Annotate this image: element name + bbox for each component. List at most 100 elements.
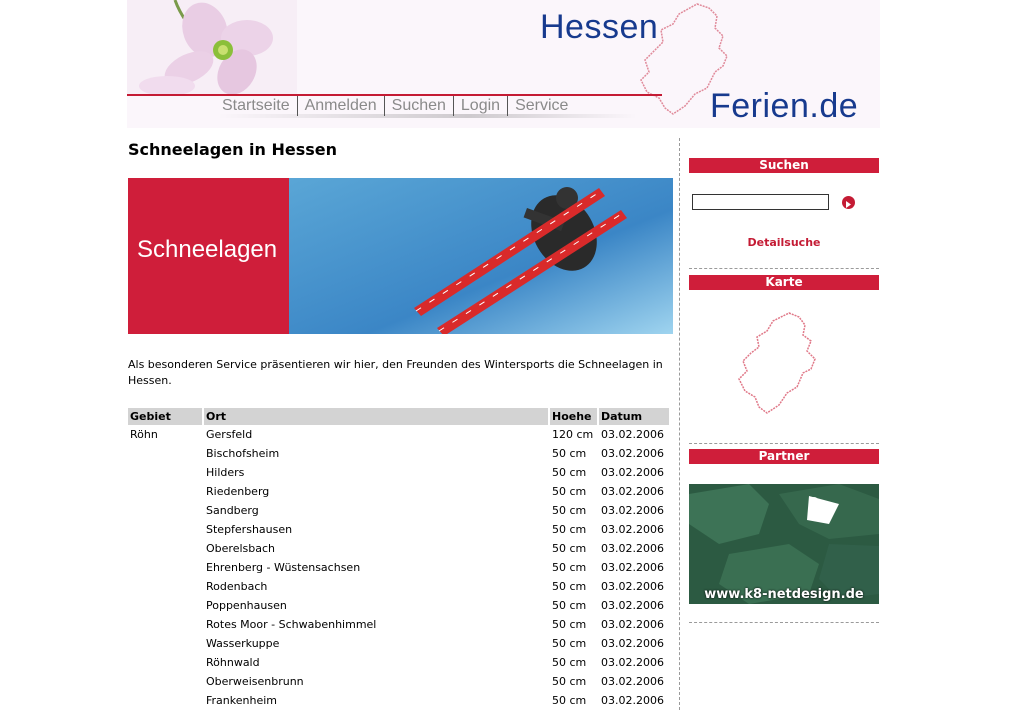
cell-hoehe: 50 cm: [552, 466, 587, 479]
cell-gebiet: [128, 596, 202, 615]
nav-startseite[interactable]: Startseite: [215, 96, 297, 116]
cell-ort: Rotes Moor - Schwabenhimmel: [206, 618, 377, 631]
cell-hoehe: 120 cm: [552, 428, 594, 441]
column-header-ort: Ort: [204, 408, 548, 425]
cell-gebiet: [128, 634, 202, 653]
cell-gebiet: [128, 577, 202, 596]
cell-hoehe: 50 cm: [552, 542, 587, 555]
page-title: Schneelagen in Hessen: [128, 140, 338, 159]
search-submit-button[interactable]: [842, 196, 855, 209]
table-row: Sandberg 50 cm 03.02.2006: [128, 501, 669, 520]
cell-gebiet: [128, 615, 202, 634]
cell-hoehe: 50 cm: [552, 523, 587, 536]
column-header-gebiet: Gebiet: [128, 408, 202, 425]
cell-hoehe: 50 cm: [552, 447, 587, 460]
flower-image: [127, 0, 297, 95]
table-row: Riedenberg 50 cm 03.02.2006: [128, 482, 669, 501]
skier-photo: [289, 178, 673, 334]
cell-ort: Ehrenberg - Wüstensachsen: [206, 561, 361, 574]
table-row: Ehrenberg - Wüstensachsen 50 cm 03.02.2006: [128, 558, 669, 577]
table-row: Röhn Gersfeld 120 cm 03.02.2006: [128, 425, 669, 444]
nav-service[interactable]: Service: [507, 96, 575, 116]
main-navigation: Startseite Anmelden Suchen Login Service: [215, 96, 575, 116]
cell-hoehe: 50 cm: [552, 580, 587, 593]
cell-hoehe: 50 cm: [552, 618, 587, 631]
cell-datum: 03.02.2006: [601, 580, 664, 593]
cell-ort: Wasserkuppe: [206, 637, 280, 650]
schneelagen-banner: Schneelagen: [128, 178, 673, 334]
cell-datum: 03.02.2006: [601, 637, 664, 650]
snow-conditions-table: Gebiet Ort Hoehe Datum Röhn Gersfeld 120 c…: [126, 408, 671, 710]
table-row: Frankenheim 50 cm 03.02.2006: [128, 691, 669, 710]
cell-hoehe: 50 cm: [552, 637, 587, 650]
cell-datum: 03.02.2006: [601, 428, 664, 441]
table-row: Stepfershausen 50 cm 03.02.2006: [128, 520, 669, 539]
nav-login[interactable]: Login: [452, 96, 507, 116]
cell-ort: Oberweisenbrunn: [206, 675, 304, 688]
table-row: Rotes Moor - Schwabenhimmel 50 cm 03.02.20…: [128, 615, 669, 634]
banner-label: Schneelagen: [137, 236, 278, 263]
header-banner: Hessen Ferien.de Startseite Anmelden Suc…: [127, 0, 880, 128]
puzzle-image: [689, 484, 879, 604]
cell-hoehe: 50 cm: [552, 504, 587, 517]
cell-datum: 03.02.2006: [601, 504, 664, 517]
cell-datum: 03.02.2006: [601, 599, 664, 612]
hessen-map-icon[interactable]: [737, 311, 831, 423]
cell-datum: 03.02.2006: [601, 675, 664, 688]
cell-ort: Poppenhausen: [206, 599, 287, 612]
partner-url-text: www.k8-netdesign.de: [704, 587, 864, 602]
cell-datum: 03.02.2006: [601, 447, 664, 460]
cell-datum: 03.02.2006: [601, 523, 664, 536]
sidebar-separator: [689, 622, 879, 623]
logo-hessen-text: Hessen: [540, 8, 659, 46]
cell-hoehe: 50 cm: [552, 675, 587, 688]
logo-ferien-text: Ferien.de: [710, 87, 859, 125]
cell-ort: Gersfeld: [206, 428, 253, 441]
column-header-hoehe: Hoehe: [550, 408, 597, 425]
cell-gebiet: [128, 672, 202, 691]
column-divider: [679, 138, 680, 710]
cell-gebiet: [128, 520, 202, 539]
cell-hoehe: 50 cm: [552, 485, 587, 498]
nav-anmelden[interactable]: Anmelden: [296, 96, 384, 116]
table-row: Hilders 50 cm 03.02.2006: [128, 463, 669, 482]
table-row: Bischofsheim 50 cm 03.02.2006: [128, 444, 669, 463]
detailsuche-link[interactable]: Detailsuche: [689, 236, 879, 249]
cell-ort: Stepfershausen: [206, 523, 293, 536]
cell-gebiet: [128, 558, 202, 577]
cell-ort: Bischofsheim: [206, 447, 280, 460]
column-header-datum: Datum: [599, 408, 669, 425]
table-row: Poppenhausen 50 cm 03.02.2006: [128, 596, 669, 615]
nav-suchen[interactable]: Suchen: [383, 96, 453, 116]
cell-datum: 03.02.2006: [601, 656, 664, 669]
cell-datum: 03.02.2006: [601, 618, 664, 631]
sidebar-separator: [689, 268, 879, 269]
search-input[interactable]: [692, 194, 829, 210]
cell-hoehe: 50 cm: [552, 694, 587, 707]
map-heading: Karte: [689, 275, 879, 290]
table-row: Oberweisenbrunn 50 cm 03.02.2006: [128, 672, 669, 691]
cell-gebiet: [128, 482, 202, 501]
cell-datum: 03.02.2006: [601, 561, 664, 574]
cell-ort: Röhnwald: [206, 656, 260, 669]
table-row: Wasserkuppe 50 cm 03.02.2006: [128, 634, 669, 653]
cell-gebiet: [128, 653, 202, 672]
cell-gebiet: [128, 691, 202, 710]
table-header-row: Gebiet Ort Hoehe Datum: [128, 408, 669, 425]
table-row: Oberelsbach 50 cm 03.02.2006: [128, 539, 669, 558]
cell-ort: Sandberg: [206, 504, 259, 517]
cell-gebiet: [128, 444, 202, 463]
cell-datum: 03.02.2006: [601, 485, 664, 498]
cell-hoehe: 50 cm: [552, 599, 587, 612]
cell-hoehe: 50 cm: [552, 561, 587, 574]
cell-hoehe: 50 cm: [552, 656, 587, 669]
sidebar-separator: [689, 443, 879, 444]
cell-gebiet: [128, 501, 202, 520]
table-row: Röhnwald 50 cm 03.02.2006: [128, 653, 669, 672]
partner-banner[interactable]: www.k8-netdesign.de: [689, 484, 879, 604]
cell-ort: Oberelsbach: [206, 542, 275, 555]
cell-ort: Frankenheim: [206, 694, 277, 707]
cell-gebiet: [128, 463, 202, 482]
cell-datum: 03.02.2006: [601, 542, 664, 555]
cell-gebiet: [128, 539, 202, 558]
